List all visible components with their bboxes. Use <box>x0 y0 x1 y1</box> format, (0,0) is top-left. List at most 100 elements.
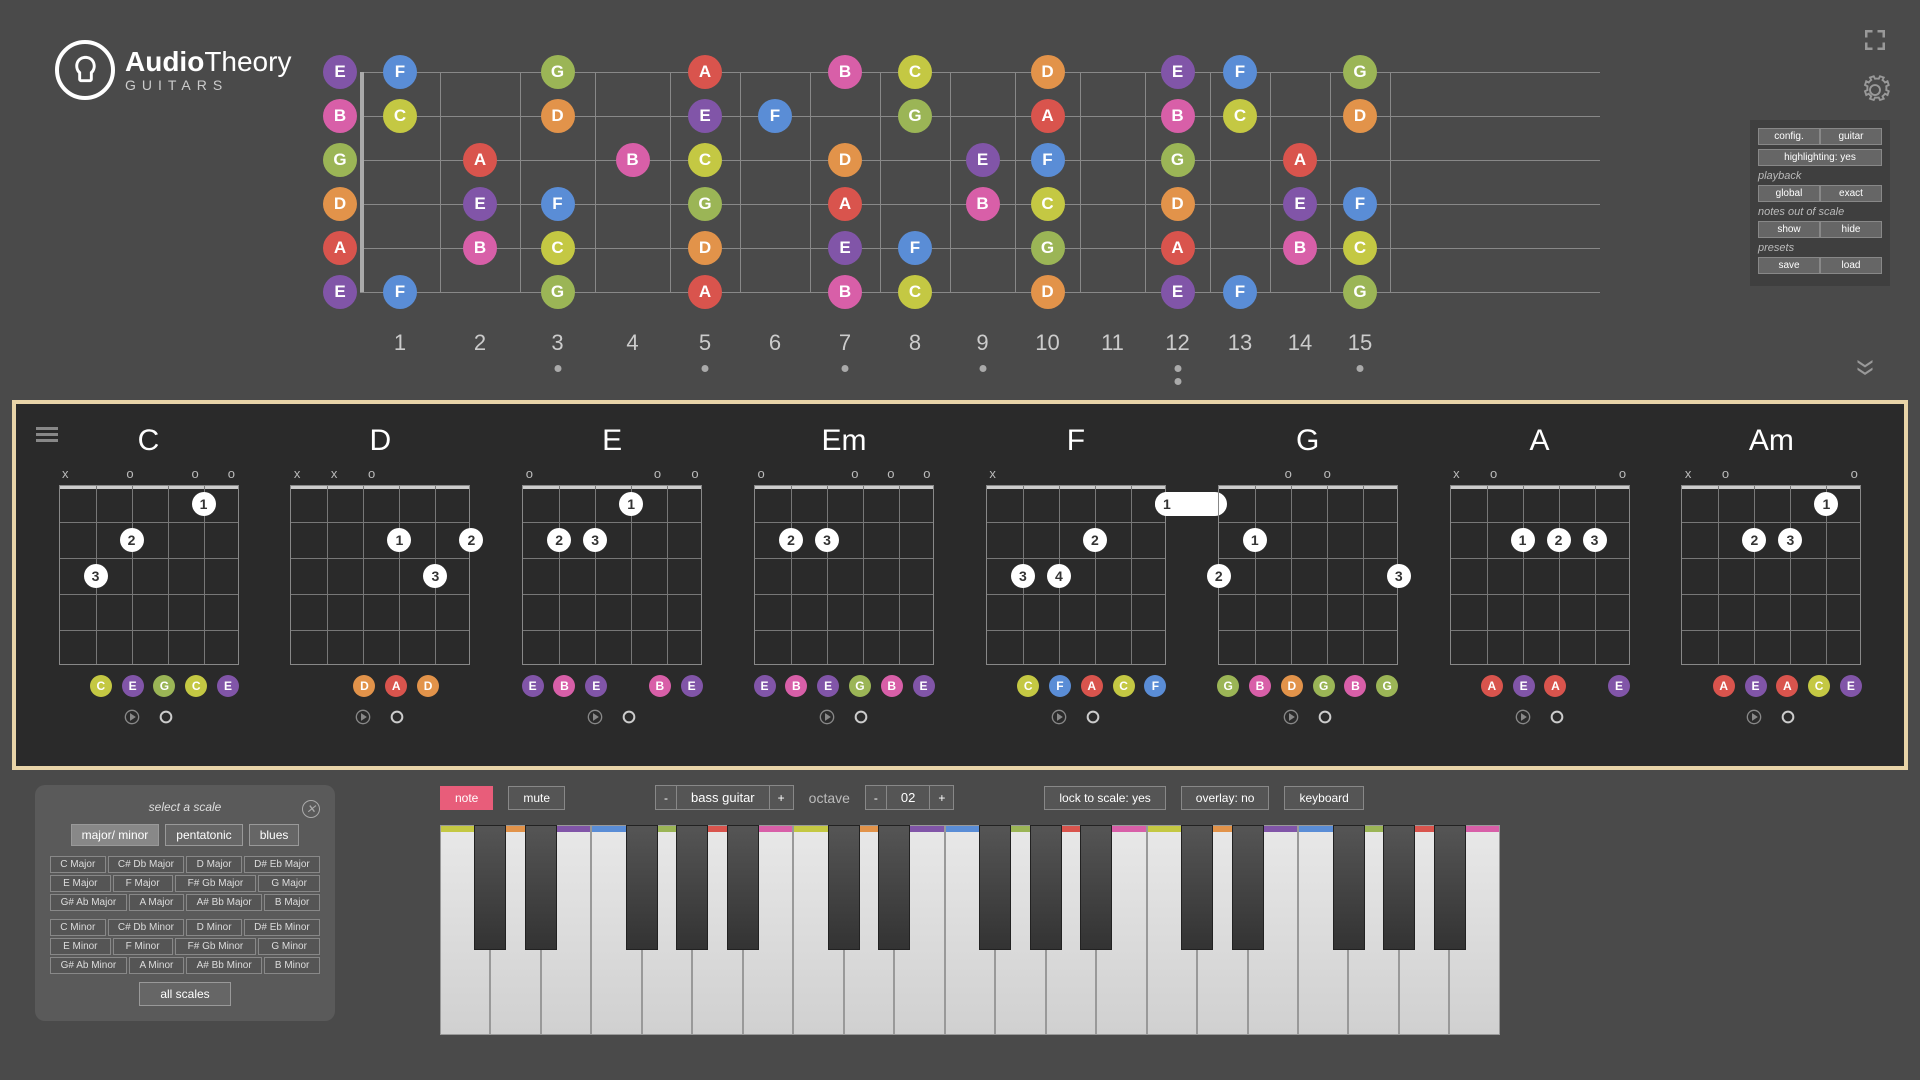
chord-diagram[interactable]: 123 <box>1681 485 1861 665</box>
play-icon[interactable] <box>355 709 371 725</box>
lock-to-scale-button[interactable]: lock to scale: yes <box>1044 786 1165 810</box>
scale-button[interactable]: A Major <box>129 894 184 911</box>
octave-down-button[interactable]: - <box>865 785 887 810</box>
fret-note[interactable]: C <box>688 143 722 177</box>
fret-note[interactable]: B <box>828 275 862 309</box>
fret-note[interactable]: D <box>688 231 722 265</box>
piano-keyboard[interactable] <box>440 825 1500 1035</box>
fret-note[interactable]: C <box>898 275 932 309</box>
black-key[interactable] <box>979 825 1011 950</box>
chord-diagram[interactable]: 23 <box>754 485 934 665</box>
scale-tab[interactable]: pentatonic <box>165 824 242 846</box>
scale-button[interactable]: F# Gb Major <box>175 875 257 892</box>
overlay-button[interactable]: overlay: no <box>1181 786 1270 810</box>
scale-button[interactable]: G# Ab Minor <box>50 957 127 974</box>
chord-diagram[interactable]: 123 <box>290 485 470 665</box>
fret-note[interactable]: G <box>1161 143 1195 177</box>
loop-icon[interactable] <box>1780 709 1796 725</box>
play-icon[interactable] <box>819 709 835 725</box>
fret-note[interactable]: E <box>323 275 357 309</box>
fret-note[interactable]: A <box>1283 143 1317 177</box>
fret-note[interactable]: F <box>1223 55 1257 89</box>
fret-note[interactable]: E <box>828 231 862 265</box>
fret-note[interactable]: C <box>541 231 575 265</box>
fret-note[interactable]: G <box>323 143 357 177</box>
all-scales-button[interactable]: all scales <box>139 982 230 1006</box>
black-key[interactable] <box>626 825 658 950</box>
fret-note[interactable]: A <box>688 275 722 309</box>
scale-button[interactable]: G Minor <box>258 938 320 955</box>
fret-note[interactable]: C <box>1031 187 1065 221</box>
fret-note[interactable]: G <box>898 99 932 133</box>
instrument-prev-button[interactable]: - <box>655 785 677 810</box>
black-key[interactable] <box>1181 825 1213 950</box>
note-button[interactable]: note <box>440 786 493 810</box>
scale-button[interactable]: C Minor <box>50 919 106 936</box>
chord-diagram[interactable]: 123 <box>59 485 239 665</box>
fret-note[interactable]: E <box>1283 187 1317 221</box>
fret-note[interactable]: D <box>1161 187 1195 221</box>
fret-note[interactable]: B <box>463 231 497 265</box>
fret-note[interactable]: G <box>541 55 575 89</box>
fret-note[interactable]: C <box>383 99 417 133</box>
fret-note[interactable]: F <box>1031 143 1065 177</box>
fret-note[interactable]: F <box>383 275 417 309</box>
preset-load-button[interactable]: load <box>1820 257 1882 274</box>
fret-note[interactable]: D <box>1343 99 1377 133</box>
scale-button[interactable]: C# Db Major <box>108 856 185 873</box>
playback-global-button[interactable]: global <box>1758 185 1820 202</box>
scale-button[interactable]: E Major <box>50 875 111 892</box>
fret-note[interactable]: G <box>1343 55 1377 89</box>
fret-note[interactable]: D <box>1031 55 1065 89</box>
oos-show-button[interactable]: show <box>1758 221 1820 238</box>
scale-button[interactable]: B Minor <box>264 957 320 974</box>
fret-note[interactable]: D <box>323 187 357 221</box>
black-key[interactable] <box>1080 825 1112 950</box>
play-icon[interactable] <box>124 709 140 725</box>
fret-note[interactable]: E <box>966 143 1000 177</box>
fret-note[interactable]: F <box>1223 275 1257 309</box>
gear-icon[interactable] <box>1860 75 1890 105</box>
black-key[interactable] <box>525 825 557 950</box>
fret-note[interactable]: D <box>541 99 575 133</box>
mute-button[interactable]: mute <box>508 786 565 810</box>
scale-button[interactable]: A Minor <box>129 957 184 974</box>
play-icon[interactable] <box>1283 709 1299 725</box>
fret-note[interactable]: A <box>1031 99 1065 133</box>
loop-icon[interactable] <box>1549 709 1565 725</box>
fret-note[interactable]: A <box>688 55 722 89</box>
octave-up-button[interactable]: + <box>929 785 954 810</box>
fret-note[interactable]: F <box>383 55 417 89</box>
fret-note[interactable]: B <box>323 99 357 133</box>
scale-button[interactable]: D Minor <box>186 919 242 936</box>
fret-note[interactable]: A <box>463 143 497 177</box>
fret-note[interactable]: G <box>1031 231 1065 265</box>
fret-note[interactable]: B <box>828 55 862 89</box>
black-key[interactable] <box>1232 825 1264 950</box>
fret-note[interactable]: F <box>758 99 792 133</box>
scale-button[interactable]: D# Eb Major <box>244 856 320 873</box>
scale-button[interactable]: F# Gb Minor <box>175 938 257 955</box>
fret-note[interactable]: E <box>688 99 722 133</box>
black-key[interactable] <box>676 825 708 950</box>
fret-note[interactable]: A <box>1161 231 1195 265</box>
loop-icon[interactable] <box>621 709 637 725</box>
play-icon[interactable] <box>587 709 603 725</box>
scale-button[interactable]: D Major <box>186 856 242 873</box>
black-key[interactable] <box>1030 825 1062 950</box>
fullscreen-icon[interactable] <box>1860 25 1890 55</box>
loop-icon[interactable] <box>1317 709 1333 725</box>
chord-diagram[interactable]: 123 <box>1450 485 1630 665</box>
scale-button[interactable]: A# Bb Minor <box>186 957 262 974</box>
chord-diagram[interactable]: 1234 <box>986 485 1166 665</box>
chord-diagram[interactable]: 123 <box>522 485 702 665</box>
black-key[interactable] <box>828 825 860 950</box>
scale-button[interactable]: F Major <box>113 875 173 892</box>
fret-note[interactable]: B <box>616 143 650 177</box>
fret-note[interactable]: F <box>541 187 575 221</box>
loop-icon[interactable] <box>158 709 174 725</box>
loop-icon[interactable] <box>389 709 405 725</box>
scale-tab[interactable]: major/ minor <box>71 824 160 846</box>
fret-note[interactable]: G <box>688 187 722 221</box>
instrument-next-button[interactable]: + <box>769 785 794 810</box>
